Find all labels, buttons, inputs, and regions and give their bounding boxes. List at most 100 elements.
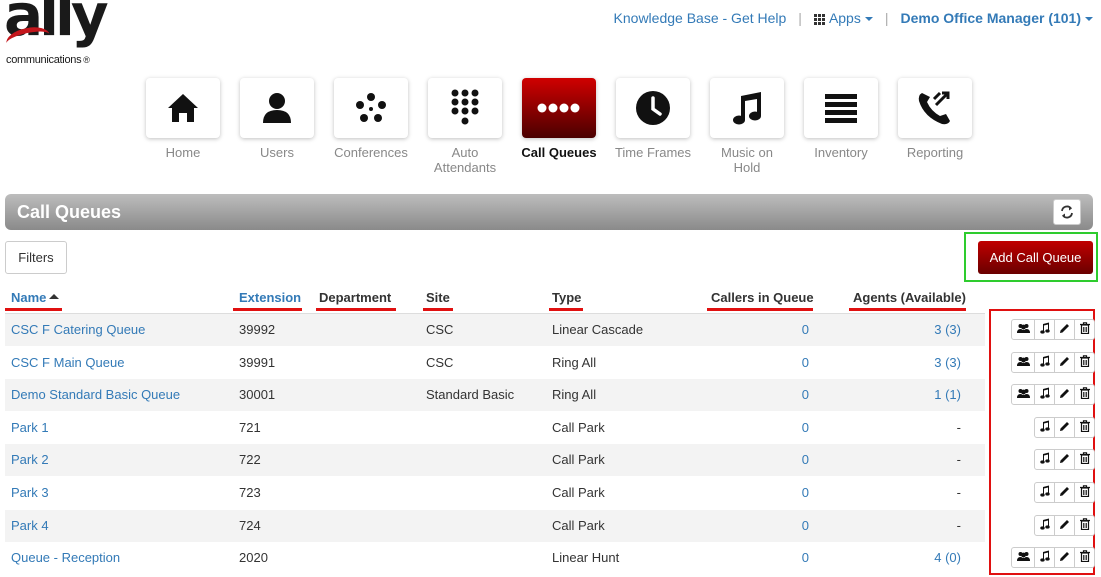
- trash-icon: [1079, 518, 1090, 533]
- table-row: Park 4 724 Call Park 0 -: [5, 510, 985, 542]
- callers-in-queue-link[interactable]: 0: [802, 355, 809, 370]
- music-on-hold-button[interactable]: [1034, 547, 1055, 568]
- column-header-extension[interactable]: Extension: [239, 290, 301, 305]
- delete-button[interactable]: [1074, 417, 1095, 438]
- logo-subtitle: communications ®: [6, 54, 90, 66]
- tile-auto-attendants[interactable]: Auto Attendants: [418, 78, 512, 175]
- queue-extension: 721: [239, 420, 261, 435]
- queue-type: Call Park: [552, 420, 605, 435]
- callers-in-queue-link[interactable]: 0: [802, 518, 809, 533]
- agents-button[interactable]: [1011, 547, 1035, 568]
- tile-time-frames[interactable]: Time Frames: [606, 78, 700, 175]
- callers-in-queue-link[interactable]: 0: [802, 550, 809, 565]
- column-header-department[interactable]: Department: [319, 290, 391, 305]
- agents-button[interactable]: [1011, 384, 1035, 405]
- section-header: Call Queues: [5, 194, 1093, 230]
- column-header-agents[interactable]: Agents (Available): [853, 290, 966, 305]
- music-on-hold-button[interactable]: [1034, 384, 1055, 405]
- add-call-queue-button[interactable]: Add Call Queue: [978, 241, 1093, 274]
- delete-button[interactable]: [1074, 319, 1095, 340]
- queue-type: Call Park: [552, 485, 605, 500]
- queue-name-link[interactable]: Demo Standard Basic Queue: [11, 387, 180, 402]
- music-on-hold-button[interactable]: [1034, 482, 1055, 503]
- agents-available[interactable]: 1 (1): [934, 387, 961, 402]
- apps-grid-icon: [813, 13, 825, 25]
- add-call-queue-highlight: Add Call Queue: [964, 232, 1098, 282]
- callers-in-queue-link[interactable]: 0: [802, 452, 809, 467]
- edit-button[interactable]: [1054, 384, 1075, 405]
- tile-users[interactable]: Users: [230, 78, 324, 175]
- agents-available[interactable]: 3 (3): [934, 322, 961, 337]
- callers-in-queue-link[interactable]: 0: [802, 387, 809, 402]
- user-menu[interactable]: Demo Office Manager (101): [901, 10, 1093, 26]
- column-header-site[interactable]: Site: [426, 290, 450, 305]
- edit-button[interactable]: [1054, 482, 1075, 503]
- pencil-icon: [1059, 550, 1070, 565]
- queue-extension: 722: [239, 452, 261, 467]
- queue-name-link[interactable]: Park 1: [11, 420, 49, 435]
- apps-menu[interactable]: Apps: [813, 10, 873, 26]
- refresh-button[interactable]: [1053, 199, 1081, 225]
- music-on-hold-button[interactable]: [1034, 417, 1055, 438]
- row-actions: [1011, 384, 1095, 405]
- tile-home[interactable]: Home: [136, 78, 230, 175]
- conference-icon: [334, 78, 408, 138]
- header-underline: [849, 308, 966, 311]
- filters-button[interactable]: Filters: [5, 241, 67, 274]
- knowledge-base-link[interactable]: Knowledge Base - Get Help: [614, 10, 787, 26]
- delete-button[interactable]: [1074, 352, 1095, 373]
- queue-type: Linear Cascade: [552, 322, 644, 337]
- tile-reporting[interactable]: Reporting: [888, 78, 982, 175]
- queue-icon: [522, 78, 596, 138]
- agents-button[interactable]: [1011, 319, 1035, 340]
- tile-conferences[interactable]: Conferences: [324, 78, 418, 175]
- tile-inventory[interactable]: Inventory: [794, 78, 888, 175]
- music-on-hold-button[interactable]: [1034, 319, 1055, 340]
- table-row: Park 3 723 Call Park 0 -: [5, 477, 985, 509]
- queue-name-link[interactable]: Park 4: [11, 518, 49, 533]
- delete-button[interactable]: [1074, 547, 1095, 568]
- column-header-type[interactable]: Type: [552, 290, 581, 305]
- queue-extension: 723: [239, 485, 261, 500]
- edit-button[interactable]: [1054, 417, 1075, 438]
- edit-button[interactable]: [1054, 449, 1075, 470]
- queue-name-link[interactable]: Queue - Reception: [11, 550, 120, 565]
- trash-icon: [1079, 387, 1090, 402]
- callers-in-queue-link[interactable]: 0: [802, 420, 809, 435]
- pencil-icon: [1059, 518, 1070, 533]
- row-actions: [1034, 482, 1095, 503]
- agents-button[interactable]: [1011, 352, 1035, 373]
- agents-available[interactable]: 4 (0): [934, 550, 961, 565]
- chevron-down-icon: [864, 17, 873, 22]
- tile-call-queues[interactable]: Call Queues: [512, 78, 606, 175]
- header-underline: [707, 308, 813, 311]
- queue-type: Ring All: [552, 387, 597, 402]
- page-title: Call Queues: [17, 202, 122, 222]
- app-tiles: Home Users Conferences Auto Attendants C…: [136, 78, 982, 175]
- edit-button[interactable]: [1054, 319, 1075, 340]
- edit-button[interactable]: [1054, 352, 1075, 373]
- queue-name-link[interactable]: Park 2: [11, 452, 49, 467]
- delete-button[interactable]: [1074, 449, 1095, 470]
- music-on-hold-button[interactable]: [1034, 449, 1055, 470]
- ally-logo[interactable]: ally communications ®: [4, 0, 134, 72]
- callers-in-queue-link[interactable]: 0: [802, 322, 809, 337]
- queue-name-link[interactable]: CSC F Main Queue: [11, 355, 124, 370]
- queue-name-link[interactable]: CSC F Catering Queue: [11, 322, 145, 337]
- queue-name-link[interactable]: Park 3: [11, 485, 49, 500]
- callers-in-queue-link[interactable]: 0: [802, 485, 809, 500]
- column-header-name[interactable]: Name: [11, 290, 60, 305]
- tile-music-on-hold[interactable]: Music on Hold: [700, 78, 794, 175]
- column-header-callers[interactable]: Callers in Queue: [711, 290, 814, 305]
- delete-button[interactable]: [1074, 384, 1095, 405]
- delete-button[interactable]: [1074, 482, 1095, 503]
- agents-available[interactable]: 3 (3): [934, 355, 961, 370]
- music-on-hold-button[interactable]: [1034, 515, 1055, 536]
- queue-type: Call Park: [552, 518, 605, 533]
- queue-type: Call Park: [552, 452, 605, 467]
- delete-button[interactable]: [1074, 515, 1095, 536]
- edit-button[interactable]: [1054, 547, 1075, 568]
- music-on-hold-button[interactable]: [1034, 352, 1055, 373]
- edit-button[interactable]: [1054, 515, 1075, 536]
- agents-available: -: [956, 452, 961, 467]
